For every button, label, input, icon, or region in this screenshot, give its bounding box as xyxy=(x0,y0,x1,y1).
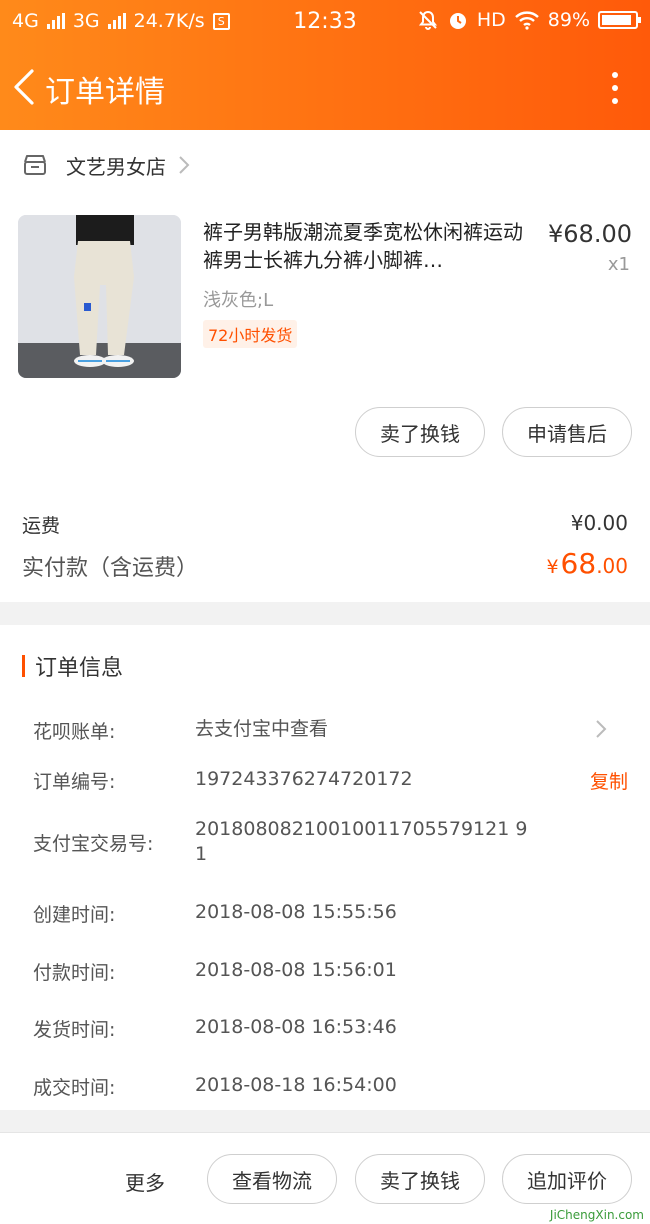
shipping-tag: 72小时发货 xyxy=(203,320,298,348)
battery-icon xyxy=(598,11,641,29)
product-image[interactable] xyxy=(18,215,181,378)
order-info-section: 订单信息 花呗账单: 去支付宝中查看 订单编号: 197243376274720… xyxy=(0,625,650,1110)
nav-bar: 订单详情 xyxy=(0,55,650,120)
order-number-label: 订单编号: xyxy=(33,771,116,793)
paid-currency: ¥ xyxy=(546,556,559,578)
bottom-action-bar: 更多 查看物流 卖了换钱 追加评价 JiChengXin.com xyxy=(0,1132,650,1224)
pants-picture xyxy=(18,215,181,378)
huabei-row[interactable]: 花呗账单: 去支付宝中查看 xyxy=(33,717,633,747)
order-info-title: 订单信息 xyxy=(35,656,124,681)
chevron-right-icon xyxy=(596,720,607,738)
paid-time-label: 付款时间: xyxy=(33,962,116,984)
closed-time-value: 2018-08-18 16:54:00 xyxy=(195,1074,397,1096)
watermark-text: JiChengXin.com xyxy=(549,1208,644,1222)
shop-row[interactable]: 文艺男女店 xyxy=(22,150,190,180)
header: 4G 3G 24.7K/s S 12:33 HD 89% 订单详情 xyxy=(0,0,650,130)
closed-time-row: 成交时间: 2018-08-18 16:54:00 xyxy=(33,1073,633,1103)
battery-percent: 89% xyxy=(547,9,590,31)
paid-time-row: 付款时间: 2018-08-08 15:56:01 xyxy=(33,958,633,988)
status-bar: 4G 3G 24.7K/s S 12:33 HD 89% xyxy=(0,0,650,45)
add-review-button[interactable]: 追加评价 xyxy=(502,1154,632,1204)
paid-total-label: 实付款（含运费） xyxy=(22,556,199,581)
watermark: JiChengXin.com xyxy=(550,1208,644,1222)
sell-for-cash-bottom-button[interactable]: 卖了换钱 xyxy=(355,1154,485,1204)
paid-decimal: .00 xyxy=(596,554,628,578)
copy-order-number-button[interactable]: 复制 xyxy=(590,767,628,794)
more-menu-icon[interactable] xyxy=(610,69,620,105)
view-logistics-button[interactable]: 查看物流 xyxy=(207,1154,337,1204)
sell-for-cash-button[interactable]: 卖了换钱 xyxy=(355,407,485,457)
mute-bell-icon xyxy=(418,10,437,30)
alipay-trade-value: 20180808210010011705579121 91 xyxy=(195,818,528,865)
alarm-icon xyxy=(449,13,466,29)
product-variant: 浅灰色;L xyxy=(203,290,274,311)
created-time-label: 创建时间: xyxy=(33,904,116,926)
alipay-trade-row: 支付宝交易号: 20180808210010011705579121 91 xyxy=(33,817,633,869)
closed-time-label: 成交时间: xyxy=(33,1077,116,1099)
shipped-time-label: 发货时间: xyxy=(33,1019,116,1041)
chevron-right-icon xyxy=(179,156,190,174)
shop-name[interactable]: 文艺男女店 xyxy=(66,151,166,180)
product-title[interactable]: 裤子男韩版潮流夏季宽松休闲裤运动裤男士长裤九分裤小脚裤… xyxy=(203,218,533,274)
product-price: ¥68.00 xyxy=(548,220,632,248)
created-time-row: 创建时间: 2018-08-08 15:55:56 xyxy=(33,900,633,930)
apply-aftersale-button[interactable]: 申请售后 xyxy=(502,407,632,457)
huabei-value[interactable]: 去支付宝中查看 xyxy=(195,717,545,742)
alipay-trade-label: 支付宝交易号: xyxy=(33,833,154,855)
section-accent-bar xyxy=(22,655,25,677)
order-number-value: 197243376274720172 xyxy=(195,768,413,790)
more-actions-link[interactable]: 更多 xyxy=(125,1167,165,1196)
order-card: 文艺男女店 裤子男韩版潮流夏季宽松休闲裤运动裤男士长裤九分裤小脚裤… ¥68.0… xyxy=(0,130,650,602)
product-quantity: x1 xyxy=(607,254,630,275)
created-time-value: 2018-08-08 15:55:56 xyxy=(195,901,397,923)
store-icon xyxy=(24,155,46,175)
freight-value: ¥0.00 xyxy=(570,511,628,535)
freight-label: 运费 xyxy=(22,515,61,537)
page-title: 订单详情 xyxy=(45,75,165,110)
order-info-header: 订单信息 xyxy=(22,655,123,681)
wifi-icon xyxy=(514,11,539,30)
paid-total-value: ¥ 68 .00 xyxy=(546,547,628,580)
shipped-time-value: 2018-08-08 16:53:46 xyxy=(195,1016,397,1038)
paid-time-value: 2018-08-08 15:56:01 xyxy=(195,959,397,981)
hd-label: HD xyxy=(476,9,506,31)
huabei-label: 花呗账单: xyxy=(33,721,116,743)
order-number-row: 订单编号: 197243376274720172 xyxy=(33,767,633,797)
shipped-time-row: 发货时间: 2018-08-08 16:53:46 xyxy=(33,1015,633,1045)
back-arrow-icon[interactable] xyxy=(10,67,40,107)
paid-integer: 68 xyxy=(560,547,597,580)
